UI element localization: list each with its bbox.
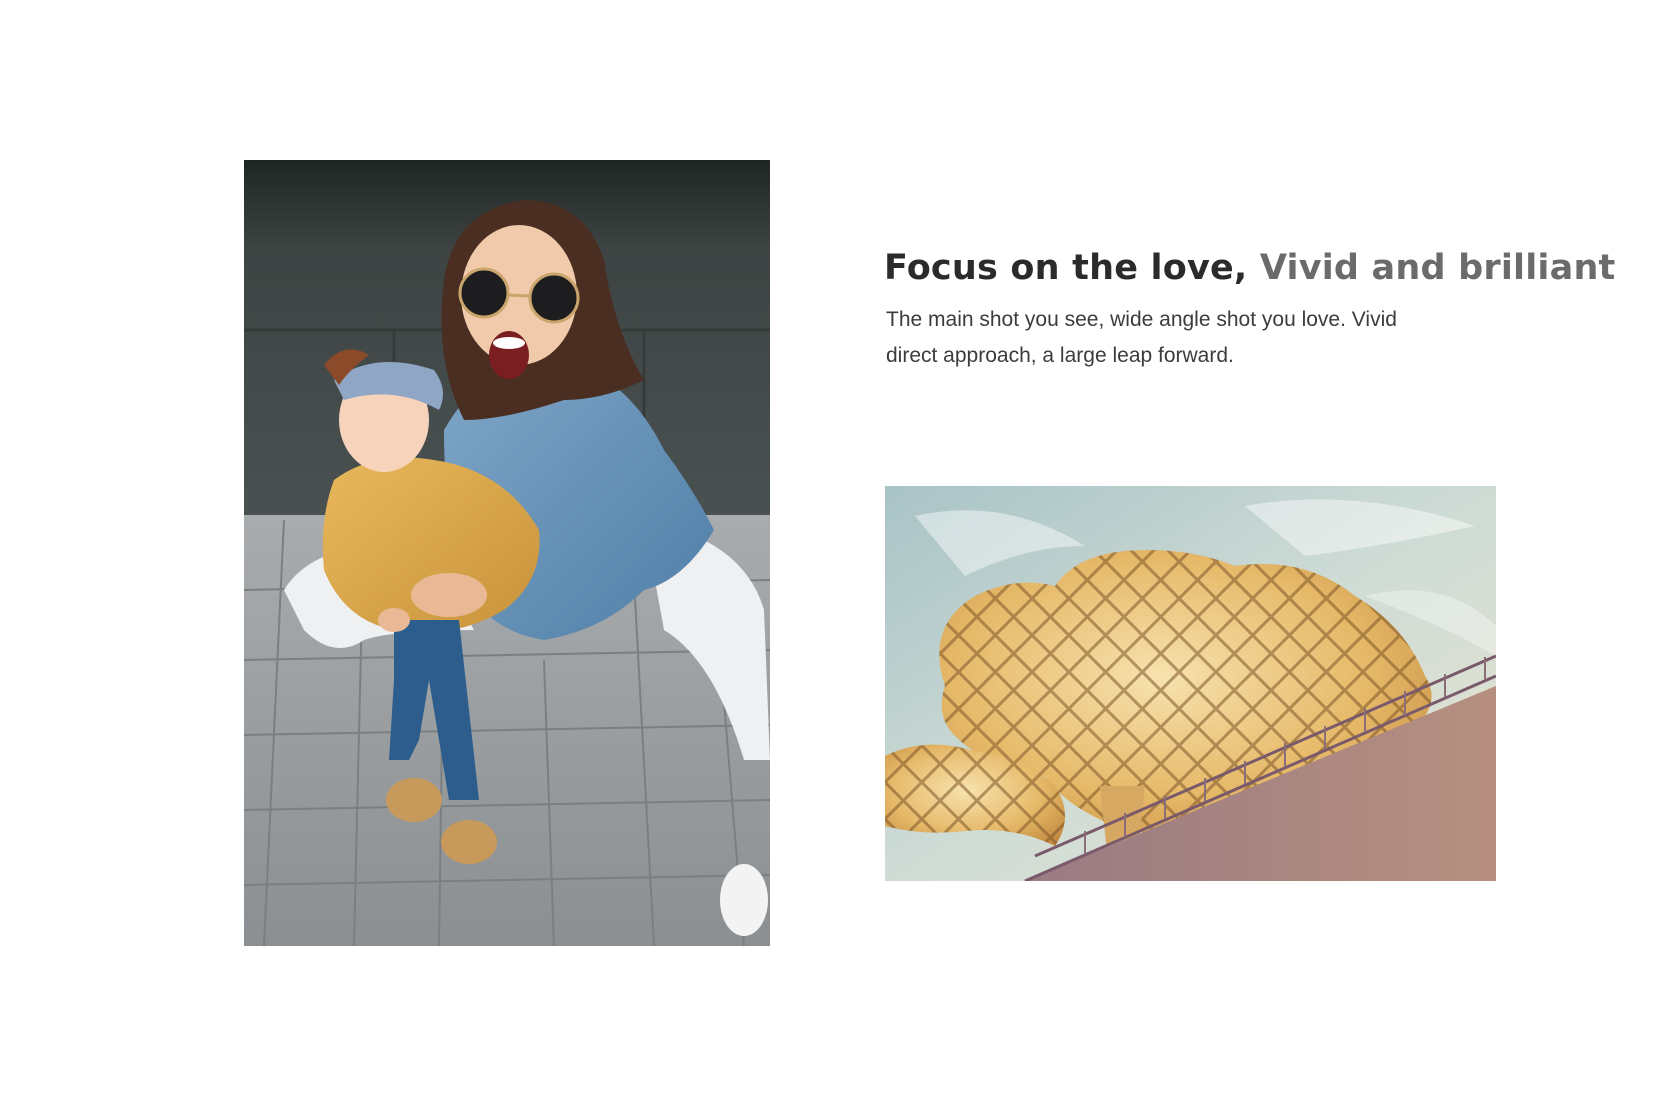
feature-copy: Focus on the love, Vivid and brilliant T… [884, 244, 1615, 374]
feature-section: Focus on the love, Vivid and brilliant T… [0, 0, 1680, 1100]
mother-and-baby-photo [244, 160, 770, 946]
feature-headline: Focus on the love, Vivid and brilliant [884, 244, 1615, 292]
feature-description: The main shot you see, wide angle shot y… [886, 308, 1397, 367]
headline-accent: Vivid and brilliant [1259, 248, 1616, 288]
wooden-lattice-structure-photo [885, 486, 1496, 881]
headline-lead: Focus on the love, [884, 248, 1248, 288]
